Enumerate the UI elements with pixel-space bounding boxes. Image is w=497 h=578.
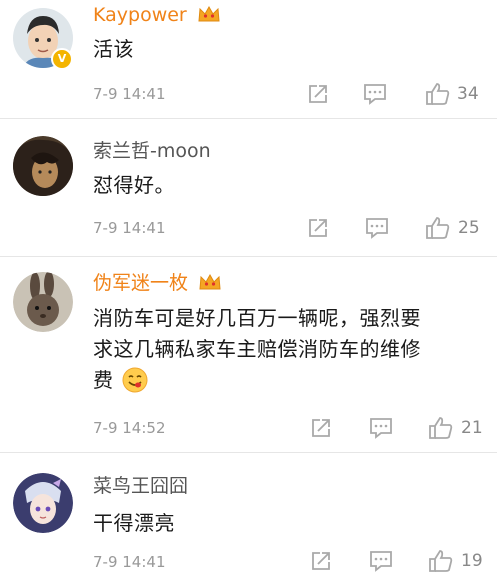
username[interactable]: 伪军迷一枚 (93, 272, 222, 294)
like-count: 25 (458, 218, 480, 238)
share-icon[interactable] (310, 417, 332, 439)
like-icon[interactable] (428, 416, 454, 440)
timestamp: 7-9 14:52 (93, 419, 166, 437)
timestamp: 7-9 14:41 (93, 85, 166, 103)
comment-line: 活该 (93, 37, 134, 61)
comment-line: 费 (93, 368, 114, 392)
comment-item: 菜鸟王囧囧 干得漂亮 7-9 14:41 19 (0, 453, 497, 578)
comment-line-with-emoji: 费 (93, 365, 493, 396)
like-count: 21 (461, 418, 483, 438)
comment-text: 怼得好。 (93, 170, 493, 201)
comment-line: 消防车可是好几百万一辆呢，强烈要 (93, 306, 421, 330)
crown-icon (199, 273, 221, 290)
comment-icon[interactable] (369, 550, 393, 572)
avatar[interactable] (13, 136, 73, 196)
like-count: 19 (461, 551, 483, 571)
crown-icon (198, 5, 220, 22)
avatar[interactable] (13, 272, 73, 332)
like-count: 34 (457, 84, 479, 104)
comment-line: 干得漂亮 (93, 511, 175, 535)
share-icon[interactable] (307, 217, 329, 239)
username[interactable]: 索兰哲-moon (93, 140, 211, 162)
username[interactable]: 菜鸟王囧囧 (93, 475, 188, 497)
comment-icon[interactable] (365, 217, 389, 239)
share-icon[interactable] (307, 83, 329, 105)
comment-item: V Kaypower 活该 7-9 14:41 34 (0, 0, 497, 118)
comment-text: 干得漂亮 (93, 508, 493, 539)
comment-text: 活该 (93, 34, 493, 65)
comment-item: 伪军迷一枚 消防车可是好几百万一辆呢，强烈要 求这几辆私家车主赔偿消防车的维修 … (0, 257, 497, 452)
verified-icon: V (51, 48, 73, 70)
yum-face-emoji (122, 367, 148, 393)
comment-text: 消防车可是好几百万一辆呢，强烈要 求这几辆私家车主赔偿消防车的维修 费 (93, 303, 493, 396)
like-icon[interactable] (428, 549, 454, 573)
comment-line: 怼得好。 (93, 173, 175, 197)
comment-item: 索兰哲-moon 怼得好。 7-9 14:41 25 (0, 119, 497, 256)
username[interactable]: Kaypower (93, 4, 221, 26)
comment-icon[interactable] (363, 83, 387, 105)
comment-line: 求这几辆私家车主赔偿消防车的维修 (93, 337, 421, 361)
timestamp: 7-9 14:41 (93, 553, 166, 571)
comment-icon[interactable] (369, 417, 393, 439)
like-icon[interactable] (425, 82, 451, 106)
like-icon[interactable] (425, 216, 451, 240)
share-icon[interactable] (310, 550, 332, 572)
timestamp: 7-9 14:41 (93, 219, 166, 237)
avatar[interactable] (13, 473, 73, 533)
